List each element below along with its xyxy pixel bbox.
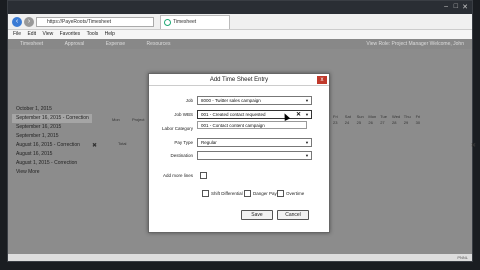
day-number: 28 <box>392 120 397 125</box>
minimize-icon[interactable]: – <box>444 3 448 10</box>
nav-expense[interactable]: Expense <box>106 41 125 47</box>
add-more-lines-row: Add more lines <box>149 171 329 181</box>
job-wbs-input[interactable]: 001 - Created contact requested ✕ ▼ <box>197 110 312 119</box>
delete-row-icon[interactable]: ✖ <box>92 142 97 149</box>
address-bar-row: ‹ › https://PayeRoots/Timesheet Timeshee… <box>8 14 472 30</box>
day-number: 26 <box>368 120 373 125</box>
day-header: Wed <box>392 114 401 119</box>
chevron-down-icon: ▼ <box>305 140 309 145</box>
job-wbs-label: Job WBS <box>174 112 193 117</box>
labor-category-label: Labor Category <box>161 126 193 131</box>
overtime-checkbox[interactable] <box>277 190 284 197</box>
grid-col-header: Mon <box>112 117 120 122</box>
dialog-close-button[interactable]: x <box>317 76 327 84</box>
destination-label: Destination <box>170 153 193 158</box>
period-item[interactable]: October 1, 2015 <box>12 105 92 114</box>
menu-bar: File Edit View Favorites Tools Help <box>8 30 472 39</box>
period-item[interactable]: August 16, 2015 <box>12 150 92 159</box>
chevron-down-icon: ▼ <box>305 98 309 103</box>
pay-type-row: Pay Type Regular ▼ <box>149 138 329 148</box>
danger-pay-label: Danger Pay <box>253 191 277 196</box>
job-wbs-row: Job WBS 001 - Created contact requested … <box>149 110 329 120</box>
day-number: 30 <box>415 120 421 125</box>
grid-row-total: Total <box>118 141 127 146</box>
day-header: Fri <box>333 114 338 119</box>
view-more-link[interactable]: View More <box>12 168 92 177</box>
chevron-down-icon: ▼ <box>305 153 309 158</box>
job-select[interactable]: 8000 - Twitter sales campaign ▼ <box>197 96 312 105</box>
labor-category-row: Labor Category <box>149 124 329 134</box>
day-number: 29 <box>403 120 409 125</box>
add-more-lines-checkbox[interactable] <box>200 172 207 179</box>
tab-timesheet[interactable]: Timesheet <box>160 15 230 29</box>
chevron-down-icon: ▼ <box>305 112 309 117</box>
overtime-label: Overtime <box>286 191 305 196</box>
period-item[interactable]: August 1, 2015 - Correction <box>12 159 92 168</box>
day-number: 27 <box>380 120 385 125</box>
period-item-selected[interactable]: September 16, 2015 - Correction <box>12 114 92 123</box>
nav-timesheet[interactable]: Timesheet <box>20 41 43 47</box>
job-wbs-value: 001 - Created contact requested <box>201 112 266 117</box>
pay-type-value: Regular <box>201 140 217 145</box>
shift-differential-checkbox[interactable] <box>202 190 209 197</box>
day-header: Sat <box>344 114 351 119</box>
menu-tools[interactable]: Tools <box>87 31 99 37</box>
page-favicon-icon <box>164 19 171 26</box>
nav-approval[interactable]: Approval <box>65 41 85 47</box>
menu-file[interactable]: File <box>13 31 21 37</box>
menu-help[interactable]: Help <box>105 31 115 37</box>
add-more-lines-label: Add more lines <box>162 173 193 178</box>
status-bar: PNNL <box>8 254 472 261</box>
day-header: Sun <box>356 114 364 119</box>
expand-icon[interactable]: ✖ <box>471 142 476 149</box>
job-label: Job <box>185 98 193 103</box>
menu-favorites[interactable]: Favorites <box>60 31 81 37</box>
pay-type-label: Pay Type <box>174 140 193 145</box>
day-header: Fri <box>415 114 421 119</box>
menu-edit[interactable]: Edit <box>27 31 36 37</box>
period-item[interactable]: September 1, 2015 <box>12 132 92 141</box>
shift-differential-label: Shift Differential <box>211 191 243 196</box>
back-icon[interactable]: ‹ <box>12 17 22 27</box>
period-item[interactable]: August 16, 2015 - Correction <box>12 141 92 150</box>
close-window-icon[interactable]: ✕ <box>462 3 468 11</box>
pay-type-select[interactable]: Regular ▼ <box>197 138 312 147</box>
day-header: Tue <box>380 114 387 119</box>
user-area[interactable]: View Role: Project Manager Welcome, John <box>366 39 464 49</box>
save-button[interactable]: Save <box>241 210 273 220</box>
destination-select[interactable]: ▼ <box>197 151 312 160</box>
grid-col-header: Project <box>132 117 145 122</box>
danger-pay-checkbox[interactable] <box>244 190 251 197</box>
app-nav: Timesheet Approval Expense Resources Vie… <box>8 39 472 49</box>
day-number: 24 <box>344 120 350 125</box>
nav-resources[interactable]: Resources <box>147 41 171 47</box>
url-input[interactable]: https://PayeRoots/Timesheet <box>36 17 154 27</box>
period-item[interactable]: September 16, 2015 <box>12 123 92 132</box>
menu-view[interactable]: View <box>42 31 53 37</box>
destination-row: Destination ▼ <box>149 151 329 161</box>
job-row: Job 8000 - Twitter sales campaign ▼ <box>149 96 329 106</box>
day-number: 23 <box>333 120 338 125</box>
forward-icon[interactable]: › <box>24 17 34 27</box>
maximize-icon[interactable]: □ <box>454 3 458 10</box>
day-header: Mon <box>368 114 377 119</box>
window-titlebar: – □ ✕ <box>8 1 472 14</box>
dialog-title: Add Time Sheet Entry <box>149 74 329 86</box>
day-number: 25 <box>356 120 362 125</box>
cancel-button[interactable]: Cancel <box>277 210 309 220</box>
job-value: 8000 - Twitter sales campaign <box>201 98 261 103</box>
day-header: Thu <box>403 114 411 119</box>
tab-title: Timesheet <box>173 19 197 25</box>
clear-icon[interactable]: ✕ <box>296 111 301 119</box>
period-list: October 1, 2015 September 16, 2015 - Cor… <box>12 105 92 177</box>
add-timesheet-dialog: Add Time Sheet Entry x Job 8000 - Twitte… <box>148 73 330 233</box>
